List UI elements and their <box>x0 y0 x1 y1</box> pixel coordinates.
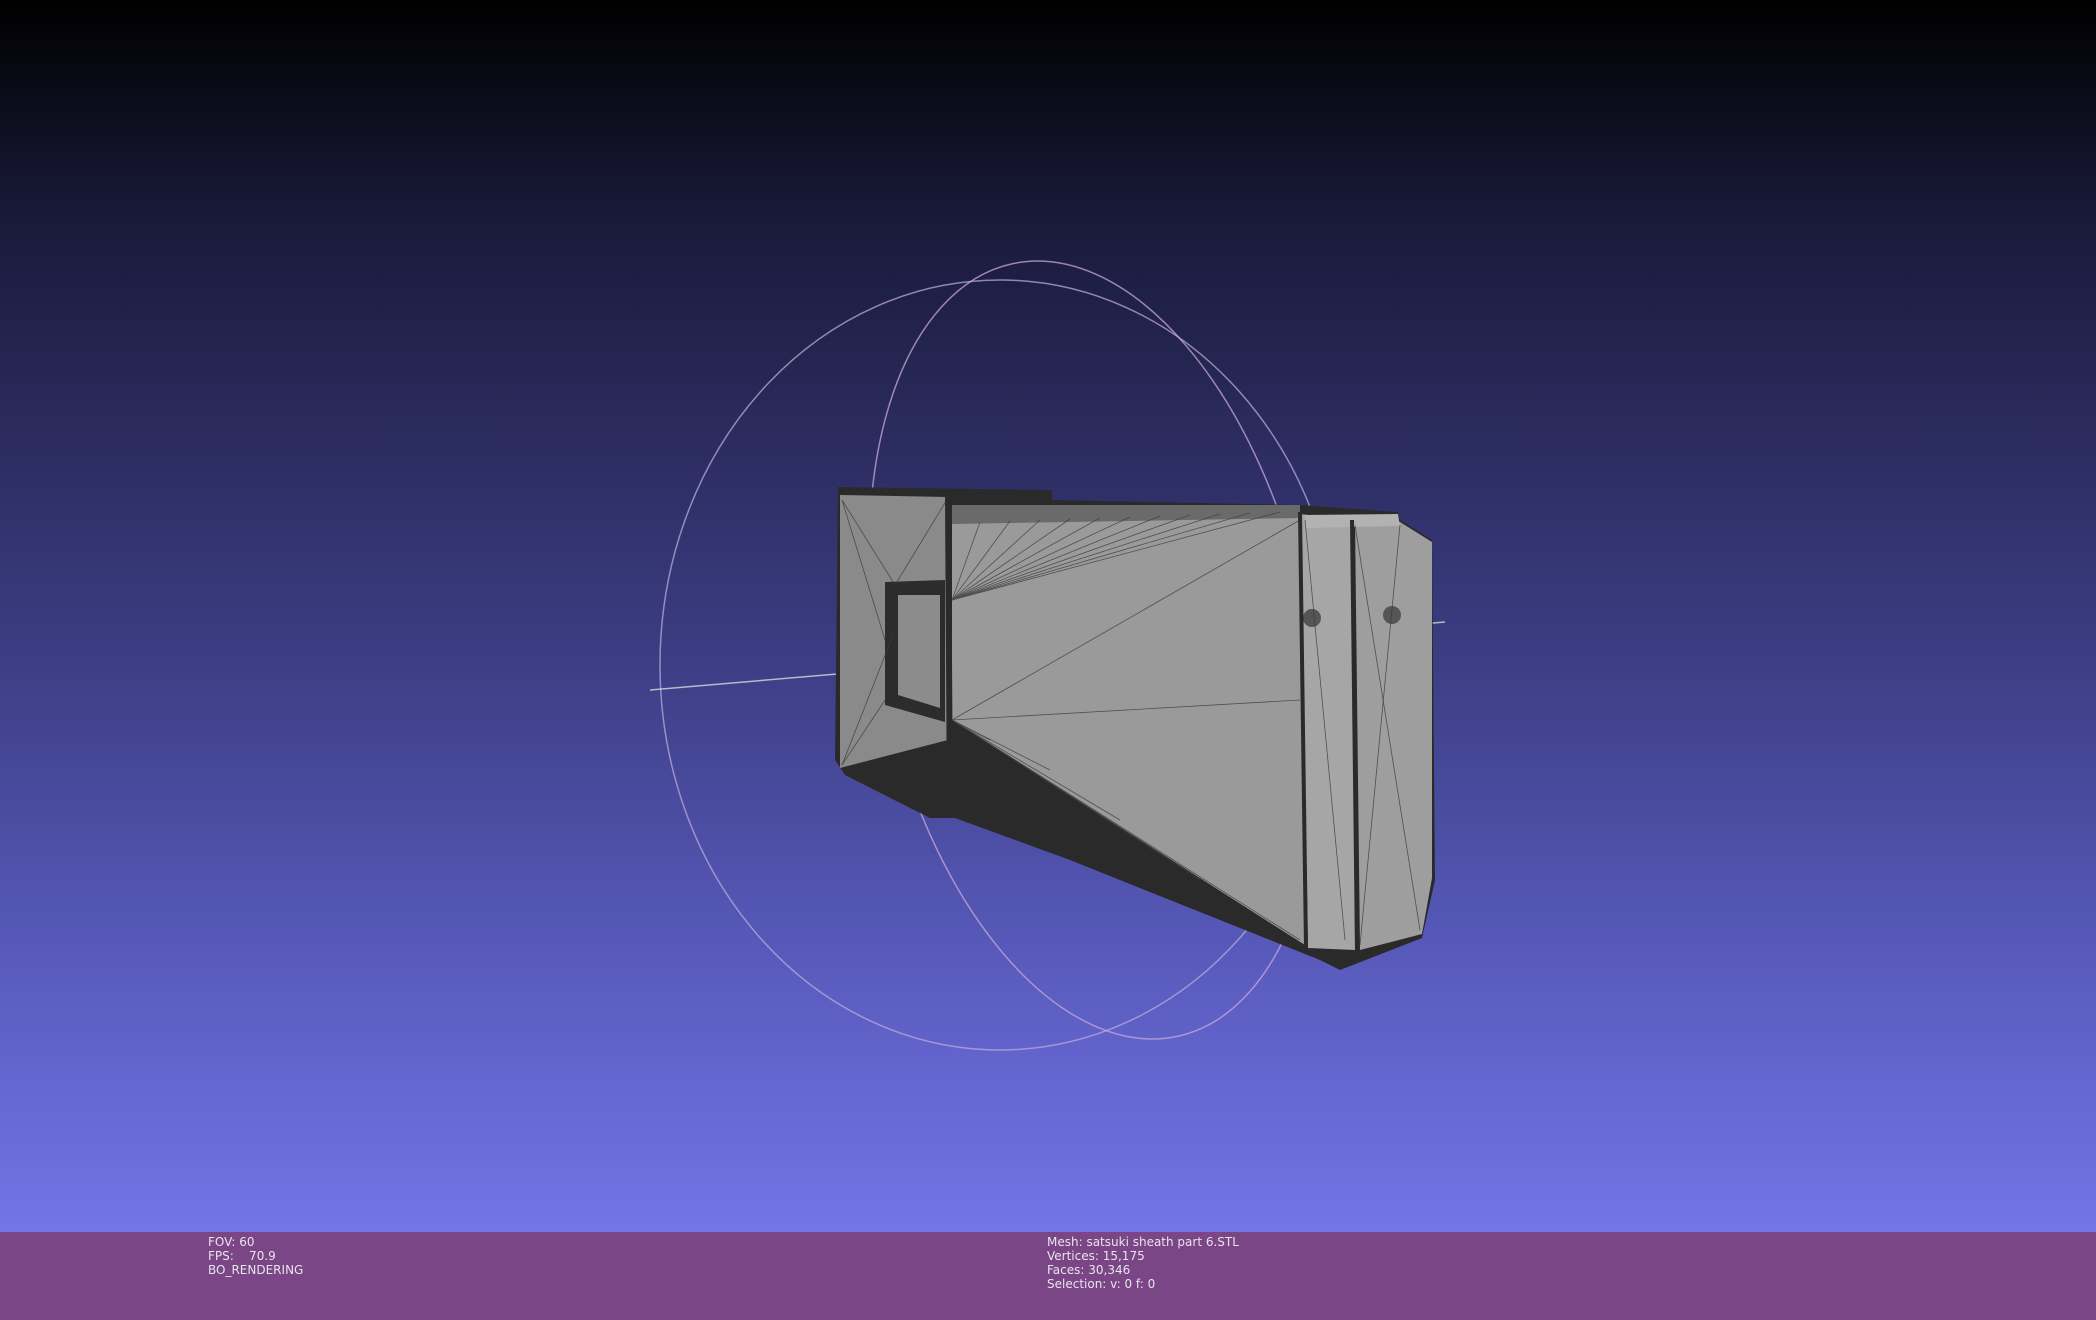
fov-readout: FOV: 60 <box>208 1235 255 1249</box>
mesh-object[interactable] <box>835 487 1435 970</box>
mesh-name-readout: Mesh: satsuki sheath part 6.STL <box>1047 1235 1239 1249</box>
fps-readout: FPS: 70.9 <box>208 1249 276 1263</box>
faces-readout: Faces: 30,346 <box>1047 1263 1131 1277</box>
selection-readout: Selection: v: 0 f: 0 <box>1047 1277 1156 1291</box>
mesh-info-panel: Mesh: satsuki sheath part 6.STL Vertices… <box>1047 1235 1239 1291</box>
render-mode-readout: BO_RENDERING <box>208 1263 304 1277</box>
vertices-readout: Vertices: 15,175 <box>1047 1249 1145 1263</box>
mesh-scene[interactable] <box>0 0 2096 1232</box>
render-info-panel: FOV: 60 FPS: 70.9 BO_RENDERING <box>208 1235 303 1277</box>
3d-viewport[interactable] <box>0 0 2096 1232</box>
